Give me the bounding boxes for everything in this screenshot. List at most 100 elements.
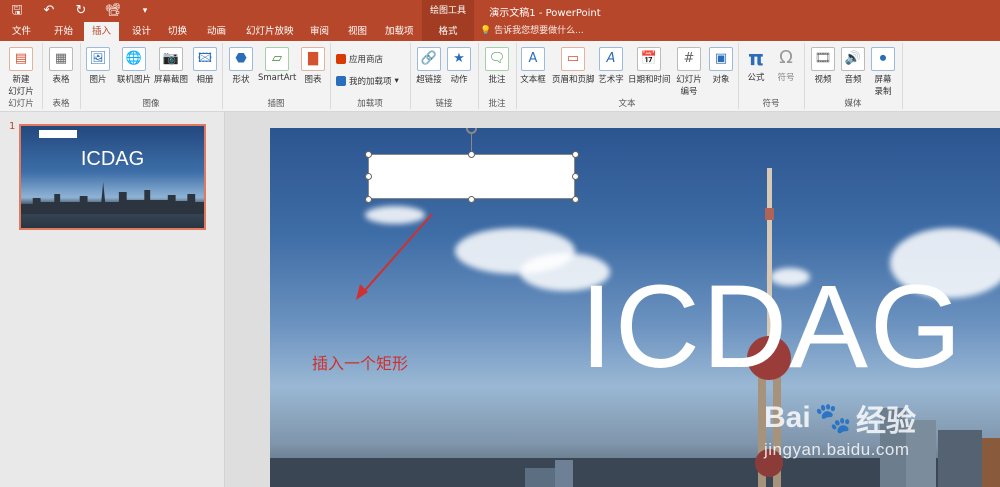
group-addins: 应用商店 我的加载项 ▾ 加载项 — [330, 43, 411, 109]
screen-recording-icon: ⏺ — [871, 47, 895, 71]
audio-button[interactable]: 🔊 音频 — [838, 47, 868, 85]
inserted-rectangle-shape[interactable] — [368, 154, 575, 199]
tab-animations[interactable]: 动画 — [199, 22, 234, 41]
title-bar: 🖫 ↶ ↻ 📽 ▾ 绘图工具 演示文稿1 - PowerPoint — [0, 0, 1000, 22]
slide-editor: ICDAG 插入一个矩形 Bai 🐾 经验 jingyan.baidu.com — [225, 112, 1000, 487]
annotation-text: 插入一个矩形 — [312, 354, 409, 373]
watermark-url: jingyan.baidu.com — [764, 440, 910, 459]
tell-me-search[interactable]: 💡 告诉我您想要做什么... — [480, 22, 584, 41]
slide-canvas[interactable]: ICDAG 插入一个矩形 Bai 🐾 经验 jingyan.baidu.com — [270, 128, 1000, 487]
chart-button[interactable]: ▇ 图表 — [298, 47, 328, 85]
thumbnail-title: ICDAG — [80, 148, 145, 170]
wordart-icon: A — [599, 47, 623, 71]
group-media: 🎞 视频 🔊 音频 ⏺ 屏幕 录制 媒体 — [804, 43, 903, 109]
group-label-tables: 表格 — [52, 99, 70, 109]
symbol-button[interactable]: Ω 符号 — [771, 47, 801, 83]
resize-handle[interactable] — [468, 196, 475, 203]
watermark-brand: Bai — [764, 401, 811, 434]
group-label-comments: 批注 — [488, 99, 506, 109]
equation-button[interactable]: π 公式 — [741, 47, 771, 83]
slide-thumbnail[interactable]: ICDAG — [19, 124, 206, 230]
tab-file[interactable]: 文件 — [4, 22, 39, 41]
comment-button[interactable]: 🗨 批注 — [482, 47, 512, 85]
group-label-text: 文本 — [618, 99, 636, 109]
my-addins-button[interactable]: 我的加载项 ▾ — [336, 75, 399, 87]
resize-handle[interactable] — [572, 151, 579, 158]
window-title: 演示文稿1 - PowerPoint — [489, 8, 601, 19]
video-button[interactable]: 🎞 视频 — [808, 47, 838, 85]
picture-icon: 🖼 — [86, 47, 110, 71]
resize-handle[interactable] — [365, 173, 372, 180]
tab-format[interactable]: 格式 — [422, 22, 474, 41]
tab-slideshow[interactable]: 幻灯片放映 — [238, 22, 302, 41]
store-button[interactable]: 应用商店 — [336, 53, 383, 65]
shapes-button[interactable]: ⬣ 形状 — [226, 47, 256, 85]
header-footer-icon: ▭ — [561, 47, 585, 71]
online-picture-button[interactable]: 🌐 联机图片 — [115, 47, 153, 85]
film-icon: 🎞 — [811, 47, 835, 71]
group-label-slides: 幻灯片 — [8, 99, 34, 109]
resize-handle[interactable] — [572, 173, 579, 180]
tab-insert[interactable]: 插入 — [84, 22, 120, 41]
baidu-jingyan-watermark: Bai 🐾 经验 jingyan.baidu.com — [764, 396, 916, 460]
group-label-links: 链接 — [435, 99, 453, 109]
group-label-images: 图像 — [142, 99, 160, 109]
object-button[interactable]: ▣ 对象 — [706, 47, 736, 85]
group-links: 🔗 超链接 ★ 动作 链接 — [410, 43, 479, 109]
wordart-button[interactable]: A 艺术字 — [596, 47, 626, 85]
slide-number-button[interactable]: # 幻灯片 编号 — [674, 47, 704, 97]
group-label-addins: 加载项 — [357, 99, 383, 109]
header-footer-button[interactable]: ▭ 页眉和页脚 — [552, 47, 595, 85]
slide-title[interactable]: ICDAG — [580, 268, 964, 386]
dropdown-arrow-icon: ▾ — [394, 76, 399, 86]
hyperlink-button[interactable]: 🔗 超链接 — [414, 47, 444, 85]
group-images: 🖼 图片 🌐 联机图片 📷 屏幕截图 🖾 相册 图像 — [80, 43, 223, 109]
group-slides: ▤ 新建 幻灯片 幻灯片 — [0, 43, 43, 109]
calendar-icon: 📅 — [637, 47, 661, 71]
group-tables: ▦ 表格 表格 — [42, 43, 81, 109]
addins-icon — [336, 76, 346, 86]
tell-me-text: 告诉我您想要做什么... — [494, 26, 584, 36]
hyperlink-icon: 🔗 — [417, 47, 441, 71]
action-button[interactable]: ★ 动作 — [444, 47, 474, 85]
pi-icon: π — [748, 46, 764, 70]
smartart-icon: ▱ — [265, 47, 289, 71]
lightbulb-icon: 💡 — [480, 26, 492, 36]
tab-review[interactable]: 审阅 — [302, 22, 337, 41]
tab-home[interactable]: 开始 — [46, 22, 81, 41]
group-label-media: 媒体 — [844, 99, 862, 109]
speaker-icon: 🔊 — [841, 47, 865, 71]
textbox-icon: A — [521, 47, 545, 71]
datetime-button[interactable]: 📅 日期和时间 — [628, 47, 671, 85]
slide-number: 1 — [9, 121, 16, 132]
object-icon: ▣ — [709, 47, 733, 71]
picture-button[interactable]: 🖼 图片 — [83, 47, 113, 85]
album-button[interactable]: 🖾 相册 — [190, 47, 220, 85]
textbox-button[interactable]: A 文本框 — [518, 47, 548, 85]
action-star-icon: ★ — [447, 47, 471, 71]
table-icon: ▦ — [49, 47, 73, 71]
tab-view[interactable]: 视图 — [340, 22, 375, 41]
screenshot-button[interactable]: 📷 屏幕截图 — [153, 47, 189, 85]
thumbnail-rectangle — [39, 130, 77, 138]
new-slide-icon: ▤ — [9, 47, 33, 71]
omega-icon: Ω — [779, 47, 793, 68]
tab-design[interactable]: 设计 — [124, 22, 159, 41]
tab-transitions[interactable]: 切换 — [160, 22, 195, 41]
resize-handle[interactable] — [365, 151, 372, 158]
group-symbols: π 公式 Ω 符号 符号 — [738, 43, 805, 109]
resize-handle[interactable] — [365, 196, 372, 203]
shapes-icon: ⬣ — [229, 47, 253, 71]
slide-thumbnails-pane: 1 ICDAG — [0, 112, 225, 487]
store-icon — [336, 54, 346, 64]
resize-handle[interactable] — [572, 196, 579, 203]
new-slide-button[interactable]: ▤ 新建 幻灯片 — [6, 47, 36, 97]
table-button[interactable]: ▦ 表格 — [46, 47, 76, 85]
screen-recording-button[interactable]: ⏺ 屏幕 录制 — [868, 47, 898, 97]
slide-number-icon: # — [677, 47, 701, 71]
group-label-symbols: 符号 — [762, 99, 780, 109]
smartart-button[interactable]: ▱ SmartArt — [258, 47, 296, 83]
resize-handle[interactable] — [468, 151, 475, 158]
tab-addins[interactable]: 加载项 — [377, 22, 422, 41]
photo-album-icon: 🖾 — [193, 47, 217, 71]
